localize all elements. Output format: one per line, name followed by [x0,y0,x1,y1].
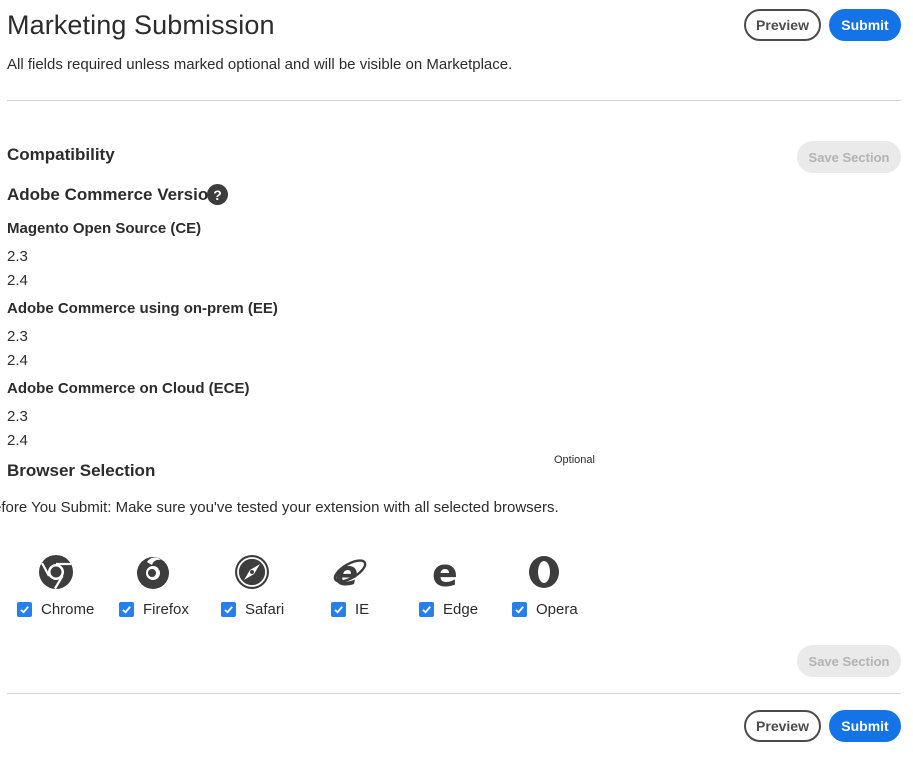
save-section-button[interactable]: Save Section [797,141,901,173]
ie-checkbox[interactable] [331,602,346,617]
safari-label: Safari [245,601,285,618]
preview-button-footer[interactable]: Preview [744,710,821,742]
version-item: 2.4 [7,352,28,369]
compatibility-title: Compatibility [7,145,115,164]
submit-button-footer[interactable]: Submit [829,710,901,742]
opera-label: Opera [536,601,578,618]
page-title: Marketing Submission [7,10,275,40]
save-section-button-browsers[interactable]: Save Section [797,645,901,677]
question-circle-icon[interactable]: ? [207,184,228,205]
edge-icon: e [432,554,458,590]
opera-icon [529,556,559,588]
edge-label: Edge [443,601,479,618]
version-item: 2.3 [7,408,28,425]
divider [7,693,901,694]
page-subtitle: All fields required unless marked option… [7,56,513,73]
browser-note: efore You Submit: Make sure you've teste… [0,499,559,516]
preview-button[interactable]: Preview [744,9,821,41]
optional-label: Optional [554,454,595,466]
version-item: 2.4 [7,432,28,449]
chrome-label: Chrome [41,601,95,618]
svg-text:e: e [432,554,458,590]
version-item: 2.3 [7,328,28,345]
firefox-checkbox[interactable] [119,602,134,617]
safari-icon [235,555,269,589]
version-item: 2.4 [7,272,28,289]
chrome-checkbox[interactable] [17,602,32,617]
safari-checkbox[interactable] [221,602,236,617]
group-title-ce: Magento Open Source (CE) [7,220,202,237]
group-title-ee: Adobe Commerce using on-prem (EE) [7,300,278,317]
browser-selection-title: Browser Selection [7,461,156,480]
edge-checkbox[interactable] [419,602,434,617]
opera-checkbox[interactable] [512,602,527,617]
group-title-ece: Adobe Commerce on Cloud (ECE) [7,380,250,397]
divider [7,100,901,101]
adobe-commerce-version-title: Adobe Commerce Version [7,185,219,204]
version-item: 2.3 [7,248,28,265]
firefox-icon [137,557,169,589]
chrome-icon [39,555,73,590]
submit-button[interactable]: Submit [829,9,901,41]
ie-icon: e [333,554,367,590]
ie-label: IE [355,601,370,618]
firefox-label: Firefox [143,601,189,618]
